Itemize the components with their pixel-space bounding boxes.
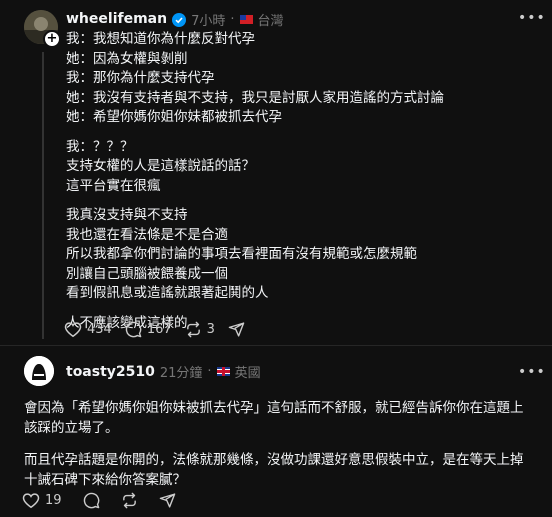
post-line: 看到假訊息或造謠就跟著起鬨的人 [66, 285, 269, 301]
post-location: 台灣 [257, 13, 284, 29]
post-line: 我：？？？ [66, 138, 134, 155]
post-line: 我真沒支持與不支持 [66, 207, 188, 223]
post-line: 我：那你為什麼支持代孕 [66, 70, 215, 86]
comment-button[interactable] [83, 492, 100, 509]
location-separator: · [207, 364, 212, 379]
post-line: 我：我想知道你為什麼反對代孕 [66, 31, 255, 47]
uk-flag-icon [216, 367, 230, 376]
reply-location: 英國 [234, 366, 261, 381]
post-actions: 434 167 3 [64, 321, 258, 338]
share-button[interactable] [159, 492, 176, 509]
post-line: 支持女權的人是這樣說話的話？ [66, 158, 255, 174]
comment-count: 167 [146, 322, 172, 337]
like-button[interactable]: 19 [22, 492, 62, 509]
location-separator: · [230, 11, 235, 27]
repost-button[interactable]: 3 [185, 321, 215, 338]
reply-paragraph: 而且代孕話題是你開的，法條就那幾條，沒做功課還好意思假裝中立，是在等天上掉十誡石… [24, 452, 524, 488]
post-time[interactable]: 7小時 [191, 10, 225, 29]
reply-username[interactable]: toasty2510 [66, 364, 155, 380]
plus-icon[interactable]: + [43, 30, 61, 48]
like-count: 19 [45, 493, 62, 508]
share-icon [159, 493, 175, 508]
like-count: 434 [87, 322, 112, 337]
thread-line [42, 52, 44, 339]
post-line: 她：因為女權與剝削 [66, 50, 188, 67]
divider [0, 345, 552, 346]
reply-paragraph: 會因為「希望你媽你姐你妹被抓去代孕」這句話而不舒服，就已經告訴你你在這題上該踩的… [24, 400, 524, 436]
post-line: 她：我沒有支持者與不支持，我只是討厭人家用造謠的方式討論 [66, 89, 444, 106]
more-icon[interactable]: ••• [518, 10, 546, 26]
taiwan-flag-icon [239, 14, 253, 24]
author-username[interactable]: wheelifeman [66, 11, 167, 27]
comment-button[interactable]: 167 [125, 321, 172, 338]
post-line: 所以我都拿你們討論的事項去看裡面有沒有規範或怎麼規範 [66, 246, 417, 262]
heart-icon [64, 322, 82, 338]
comment-icon [125, 321, 142, 338]
share-button[interactable] [228, 321, 245, 338]
post-line: 這平台實在很瘋 [66, 177, 161, 194]
like-button[interactable]: 434 [64, 321, 112, 338]
more-icon[interactable]: ••• [518, 364, 546, 380]
comment-icon [83, 492, 99, 509]
reply-time[interactable]: 21分鐘 [160, 362, 203, 381]
repost-icon [122, 492, 136, 509]
post-header: wheelifeman 7小時 · 台灣 [66, 9, 284, 29]
reply-header: toasty2510 21分鐘 · 英國 [66, 362, 261, 382]
heart-icon [22, 493, 40, 509]
post-line: 別讓自己頭腦被餵養成一個 [66, 265, 228, 282]
repost-count: 3 [206, 322, 215, 337]
reply-body: 會因為「希望你媽你姐你妹被抓去代孕」這句話而不舒服，就已經告訴你你在這題上該踩的… [24, 398, 534, 502]
share-icon [228, 322, 245, 337]
post-line: 我也還在看法條是不是合適 [66, 226, 228, 243]
post-line: 她：希望你媽你姐你妹都被抓去代孕 [66, 109, 282, 125]
reply-actions: 19 [22, 492, 189, 509]
repost-icon [186, 321, 200, 338]
reply-avatar[interactable] [24, 356, 54, 386]
post-body: 我：我想知道你為什麼反對代孕 她：因為女權與剝削 我：那你為什麼支持代孕 她：我… [66, 30, 536, 333]
repost-button[interactable] [121, 492, 138, 509]
verified-badge-icon [172, 12, 187, 27]
